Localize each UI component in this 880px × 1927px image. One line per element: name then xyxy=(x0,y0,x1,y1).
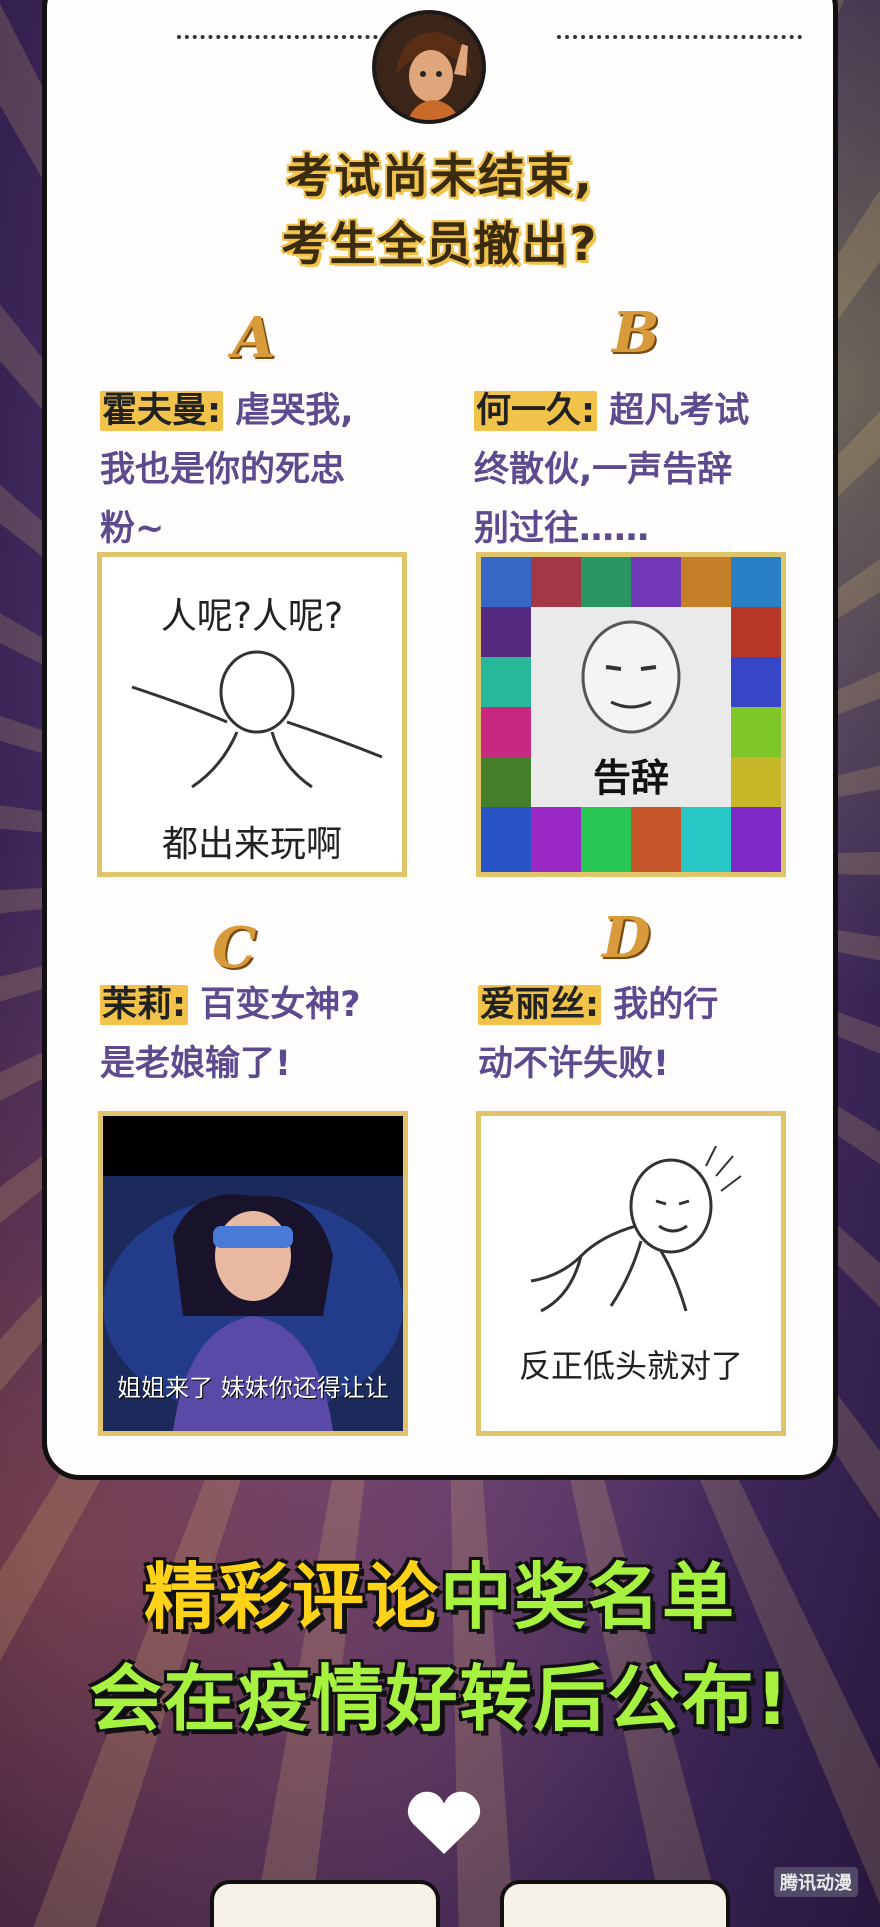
option-d-meme: 反正低头就对了 xyxy=(476,1111,786,1436)
watermark: 腾讯动漫 xyxy=(774,1867,858,1897)
option-a-line3: 粉~ xyxy=(100,509,165,549)
bottom-decoration-left xyxy=(210,1880,440,1927)
option-a-meme: 人呢?人呢? 都出来玩啊 xyxy=(97,552,407,877)
option-a-meme-top-caption: 人呢?人呢? xyxy=(160,596,344,637)
banner-line-1: 精彩评论中奖名单 xyxy=(0,1538,880,1643)
option-b-meme-caption: 告辞 xyxy=(592,756,669,800)
option-a-letter: A xyxy=(232,305,276,371)
option-b-letter: B xyxy=(612,300,660,366)
option-d-meme-caption: 反正低头就对了 xyxy=(518,1347,743,1385)
stick-figure-icon xyxy=(131,650,383,789)
option-a-meme-bottom-caption: 都出来玩啊 xyxy=(161,824,342,865)
option-b-text: 何一久: 超凡考试 终散伙,一声告辞 别过往…… xyxy=(474,382,814,559)
banner-line-2: 会在疫情好转后公布! xyxy=(0,1640,880,1745)
option-a-line2: 我也是你的死忠 xyxy=(100,450,346,490)
bottom-decoration-right xyxy=(500,1880,730,1927)
skill-icons-collage-icon xyxy=(481,557,781,872)
option-c-meme: 姐姐来了 妹妹你还得让让 xyxy=(98,1111,408,1436)
option-c-letter: C xyxy=(212,915,257,981)
option-d-letter: D xyxy=(602,905,651,971)
option-b-line3: 别过往…… xyxy=(474,509,650,549)
option-d-text: 爱丽丝: 我的行 动不许失败! xyxy=(478,976,818,1094)
bowing-figure-icon xyxy=(530,1146,742,1313)
banner-line-1-part-a: 精彩评论 xyxy=(143,1555,440,1639)
option-d-line2: 动不许失败! xyxy=(478,1044,669,1084)
option-a-line1: 虐哭我, xyxy=(235,391,354,431)
option-b-line1: 超凡考试 xyxy=(609,391,750,431)
option-c-line2: 是老娘输了! xyxy=(100,1044,291,1084)
option-c-name: 茉莉: xyxy=(100,985,188,1025)
banner-line-1-part-b: 中奖名单 xyxy=(440,1555,737,1639)
banner-line-2-text: 会在疫情好转后公布! xyxy=(89,1657,791,1741)
option-c-meme-caption: 姐姐来了 妹妹你还得让让 xyxy=(117,1374,389,1402)
option-a-text: 霍夫曼: 虐哭我, 我也是你的死忠 粉~ xyxy=(100,382,420,559)
option-a-name: 霍夫曼: xyxy=(100,391,223,431)
option-c-text: 茉莉: 百变女神? 是老娘输了! xyxy=(100,976,440,1094)
option-d-name: 爱丽丝: xyxy=(478,985,601,1025)
option-d-line1: 我的行 xyxy=(613,985,719,1025)
option-b-name: 何一久: xyxy=(474,391,597,431)
question-line-2: 考生全员撤出? xyxy=(281,217,599,271)
option-b-line2: 终散伙,一声告辞 xyxy=(474,450,733,490)
dotted-divider-right xyxy=(557,35,802,39)
heart-icon[interactable] xyxy=(404,1782,484,1862)
option-b-meme: 告辞 xyxy=(476,552,786,877)
question-line-1: 考试尚未结束, xyxy=(286,149,594,203)
host-avatar xyxy=(372,10,486,124)
option-c-line1: 百变女神? xyxy=(200,985,361,1025)
